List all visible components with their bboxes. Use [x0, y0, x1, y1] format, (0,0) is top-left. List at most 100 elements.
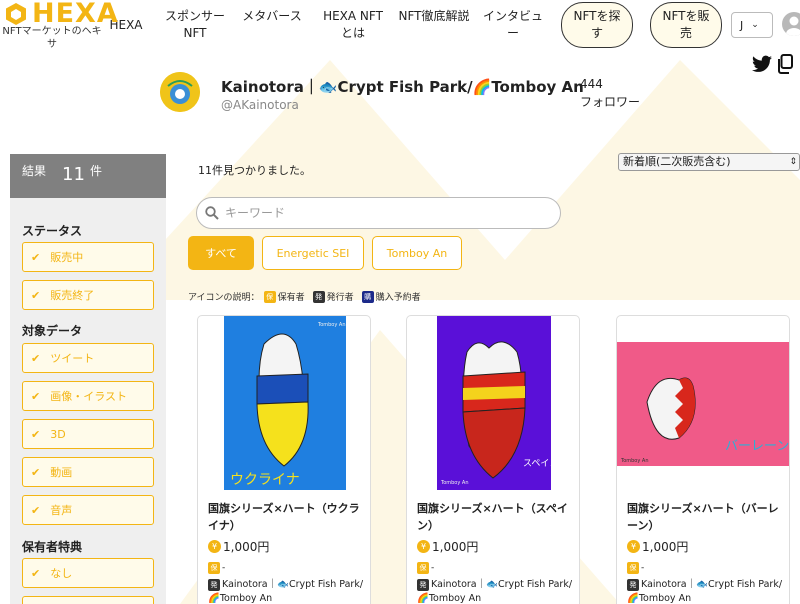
filter-audio[interactable]: ✔ 音声 [22, 495, 154, 525]
nft-card[interactable]: Tomboy An バーレーン 国旗シリーズ×ハート（バーレーン） ¥ 1,00… [616, 315, 790, 604]
coin-icon: ¥ [627, 540, 640, 553]
legend-label: アイコンの説明： [188, 293, 260, 303]
filter-label: 販売終了 [50, 289, 95, 302]
nav-interview[interactable]: インタビュー [478, 8, 548, 42]
check-icon: ✔ [31, 250, 41, 264]
card-holder: 保 - [627, 562, 644, 574]
filter-label: 3D [50, 427, 66, 441]
results-count: 11 [62, 164, 85, 185]
legend-holder: 保有者 [277, 293, 305, 303]
search-icon [205, 206, 219, 220]
card-holder: 保 - [208, 562, 225, 574]
follower-count: 444 [580, 77, 603, 91]
check-icon: ✔ [31, 427, 41, 441]
holder-value: - [641, 563, 645, 573]
profile-handle: @AKainotora [221, 98, 299, 112]
follower-stat[interactable]: 444 フォロワー [580, 75, 640, 111]
results-found-text: 11件見つかりました。 [198, 164, 311, 177]
nft-card[interactable]: Tomboy An スペイン 国旗シリーズ×ハート（スペイン） ¥ 1,000円… [406, 315, 580, 604]
card-title[interactable]: 国旗シリーズ×ハート（ウクライナ） [208, 500, 366, 534]
holder-badge-icon: 保 [263, 290, 276, 303]
price-value: 1,000円 [432, 540, 479, 554]
holder-value: - [222, 563, 226, 573]
filter-image[interactable]: ✔ 画像・イラスト [22, 381, 154, 411]
nav-about-hexa-nft[interactable]: HEXA NFTとは [318, 8, 388, 42]
issuer-badge-icon: 発 [312, 290, 325, 303]
reserver-badge-icon: 購 [361, 290, 374, 303]
results-unit: 件 [90, 164, 103, 178]
card-issuer[interactable]: 発 Kainotora｜🐟Crypt Fish Park/🌈Tomboy An [208, 578, 368, 604]
filter-video[interactable]: ✔ 動画 [22, 457, 154, 487]
hexa-logo-icon [6, 3, 26, 25]
hexa-logo[interactable]: HEXA NFTマーケットのヘキサ [0, 0, 117, 60]
filter-label: 画像・イラスト [50, 390, 127, 403]
sort-select[interactable]: 新着順(二次販売含む) ⇕ [618, 153, 800, 171]
coin-icon: ¥ [208, 540, 221, 553]
filter-sale-ended[interactable]: ✔ 販売終了 [22, 280, 154, 310]
nft-card[interactable]: Tomboy An ウクライナ 国旗シリーズ×ハート（ウクライナ） ¥ 1,00… [197, 315, 371, 604]
issuer-badge-icon: 発 [627, 579, 639, 591]
filter-label: 音声 [50, 504, 73, 517]
twitter-icon[interactable] [752, 55, 772, 73]
tag-energetic-sei[interactable]: Energetic SEI [262, 236, 364, 270]
nft-artwork-ukraine: Tomboy An ウクライナ [224, 316, 346, 490]
filter-on-sale[interactable]: ✔ 販売中 [22, 242, 154, 272]
issuer-name: Kainotora｜🐟Crypt Fish Park/🌈Tomboy An [627, 579, 783, 604]
legend-reserver: 購入予約者 [375, 293, 421, 303]
art-text: バーレーン [725, 439, 789, 454]
check-icon: ✔ [31, 465, 41, 479]
results-label: 結果 [22, 164, 47, 178]
search-input[interactable] [225, 206, 545, 220]
logo-subtitle: NFTマーケットのヘキサ [2, 26, 102, 50]
card-issuer[interactable]: 発 Kainotora｜🐟Crypt Fish Park/🌈Tomboy An [417, 578, 577, 604]
filter-section-status: ステータス [22, 224, 83, 238]
nft-artwork-spain: Tomboy An スペイン [437, 316, 551, 490]
price-value: 1,000円 [642, 540, 689, 554]
card-issuer[interactable]: 発 Kainotora｜🐟Crypt Fish Park/🌈Tomboy An [627, 578, 787, 604]
card-holder: 保 - [417, 562, 434, 574]
filter-next-partial[interactable] [22, 596, 154, 604]
copy-icon[interactable] [777, 54, 793, 74]
sell-nft-button[interactable]: NFTを販売 [650, 2, 722, 48]
card-price: ¥ 1,000円 [208, 538, 269, 555]
language-value: J [740, 18, 744, 32]
tag-tomboy-an[interactable]: Tomboy An [372, 236, 462, 270]
search-box[interactable] [196, 197, 561, 229]
card-title[interactable]: 国旗シリーズ×ハート（スペイン） [417, 500, 575, 534]
user-icon[interactable] [782, 12, 800, 36]
check-icon: ✔ [31, 389, 41, 403]
price-value: 1,000円 [223, 540, 270, 554]
filter-label: 動画 [50, 466, 73, 479]
art-text: スペイン [523, 459, 551, 469]
filter-label: なし [50, 567, 73, 580]
profile-name: Kainotora｜🐟Crypt Fish Park/🌈Tomboy An [221, 78, 584, 96]
filter-perk-none[interactable]: ✔ なし [22, 558, 154, 588]
language-select[interactable]: J ⌄ [731, 12, 773, 38]
art-text: ウクライナ [230, 472, 300, 488]
filter-3d[interactable]: ✔ 3D [22, 419, 154, 449]
check-icon: ✔ [31, 288, 41, 302]
find-nft-button[interactable]: NFTを探す [561, 2, 633, 48]
issuer-badge-icon: 発 [208, 579, 220, 591]
nav-sponsor-nft[interactable]: スポンサーNFT [160, 8, 230, 42]
avatar [160, 72, 200, 112]
filter-section-perks: 保有者特典 [22, 540, 83, 554]
results-header: 結果 11 件 [10, 154, 166, 198]
follower-label: フォロワー [580, 95, 641, 109]
card-price: ¥ 1,000円 [627, 538, 688, 555]
filter-tweet[interactable]: ✔ ツイート [22, 343, 154, 373]
sort-value: 新着順(二次販売含む) [623, 155, 731, 168]
nft-artwork-bahrain: Tomboy An バーレーン [617, 342, 789, 466]
nav-metaverse[interactable]: メタバース [240, 8, 304, 25]
nav-nft-guide[interactable]: NFT徹底解説 [398, 8, 470, 25]
chevron-updown-icon: ⇕ [789, 157, 797, 167]
tag-all[interactable]: すべて [188, 236, 254, 270]
icon-legend: アイコンの説明： 保 保有者 発 発行者 購 購入予約者 [188, 290, 421, 303]
issuer-badge-icon: 発 [417, 579, 429, 591]
filter-label: ツイート [50, 352, 95, 365]
holder-badge-icon: 保 [417, 562, 429, 574]
holder-badge-icon: 保 [208, 562, 220, 574]
issuer-name: Kainotora｜🐟Crypt Fish Park/🌈Tomboy An [208, 579, 364, 604]
card-title[interactable]: 国旗シリーズ×ハート（バーレーン） [627, 500, 785, 534]
legend-issuer: 発行者 [326, 293, 354, 303]
